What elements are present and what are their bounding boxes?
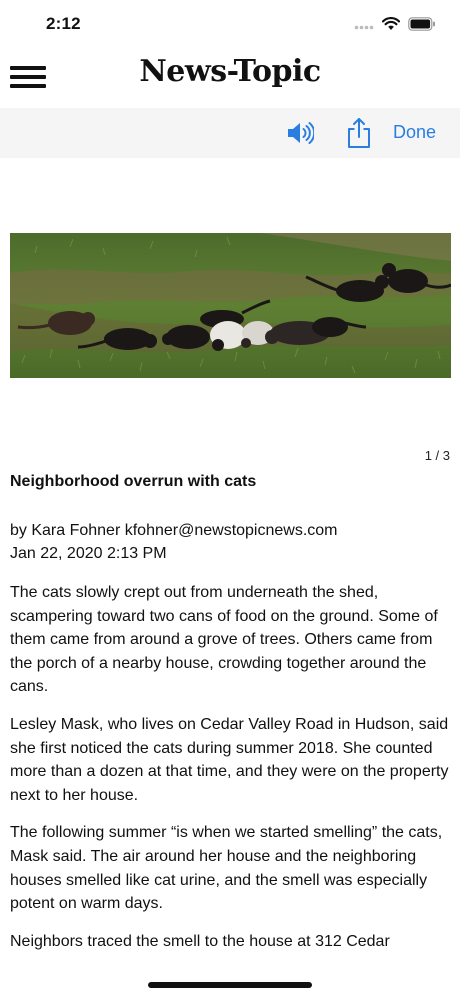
article-photo[interactable] — [10, 233, 451, 378]
photo-counter: 1 / 3 — [424, 448, 450, 463]
cats-photo-image — [10, 233, 451, 378]
speaker-icon[interactable] — [286, 120, 314, 146]
home-indicator[interactable] — [148, 982, 312, 988]
share-icon[interactable] — [346, 117, 372, 149]
battery-icon — [408, 17, 435, 31]
done-button[interactable]: Done — [393, 122, 436, 143]
article-paragraph: The following summer “is when we started… — [10, 824, 443, 913]
byline-block: by Kara Fohner kfohner@newstopicnews.com… — [10, 519, 450, 565]
status-time: 2:12 — [46, 14, 81, 33]
article-paragraph: Neighbors traced the smell to the house … — [10, 932, 390, 950]
article-paragraph: Lesley Mask, who lives on Cedar Valley R… — [10, 715, 449, 804]
status-bar: 2:12 — [0, 0, 460, 50]
signal-icon — [354, 25, 374, 30]
reader-toolbar: Done — [0, 108, 460, 158]
byline: by Kara Fohner kfohner@newstopicnews.com — [10, 522, 338, 539]
article-headline: Neighborhood overrun with cats — [10, 473, 257, 490]
masthead: News-Topic — [0, 50, 460, 108]
newspaper-logo[interactable]: News-Topic — [0, 54, 460, 89]
article-body: The cats slowly crept out from underneat… — [10, 581, 452, 967]
status-icons — [354, 17, 436, 31]
article-paragraph: The cats slowly crept out from underneat… — [10, 584, 438, 696]
dateline: Jan 22, 2020 2:13 PM — [10, 545, 167, 562]
wifi-icon — [382, 17, 400, 30]
